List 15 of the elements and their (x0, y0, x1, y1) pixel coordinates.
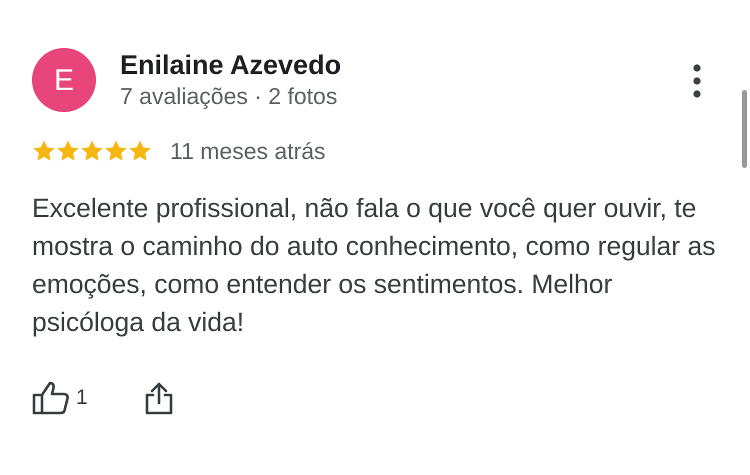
star-icon (56, 139, 80, 164)
star-icon (128, 139, 152, 164)
avatar: E (32, 48, 96, 112)
star-icon (104, 139, 128, 164)
more-options-icon[interactable] (692, 64, 702, 98)
star-icon (32, 139, 56, 164)
star-icon (80, 139, 104, 164)
review-time: 11 meses atrás (170, 137, 326, 166)
review-text: Excelente profissional, não fala o que você quer ouvir, te mostra o caminho do auto conhecimento, como regular as emoções, como entender os sentimentos. Melhor psicóloga da vida! (32, 192, 716, 338)
scrollbar[interactable] (742, 90, 747, 168)
thumbs-up-icon (32, 380, 70, 414)
like-button[interactable]: 1 (32, 380, 88, 414)
author-meta: 7 avaliações · 2 fotos (120, 82, 338, 110)
author-name[interactable]: Enilaine Azevedo (120, 49, 692, 81)
share-icon[interactable] (144, 380, 174, 414)
